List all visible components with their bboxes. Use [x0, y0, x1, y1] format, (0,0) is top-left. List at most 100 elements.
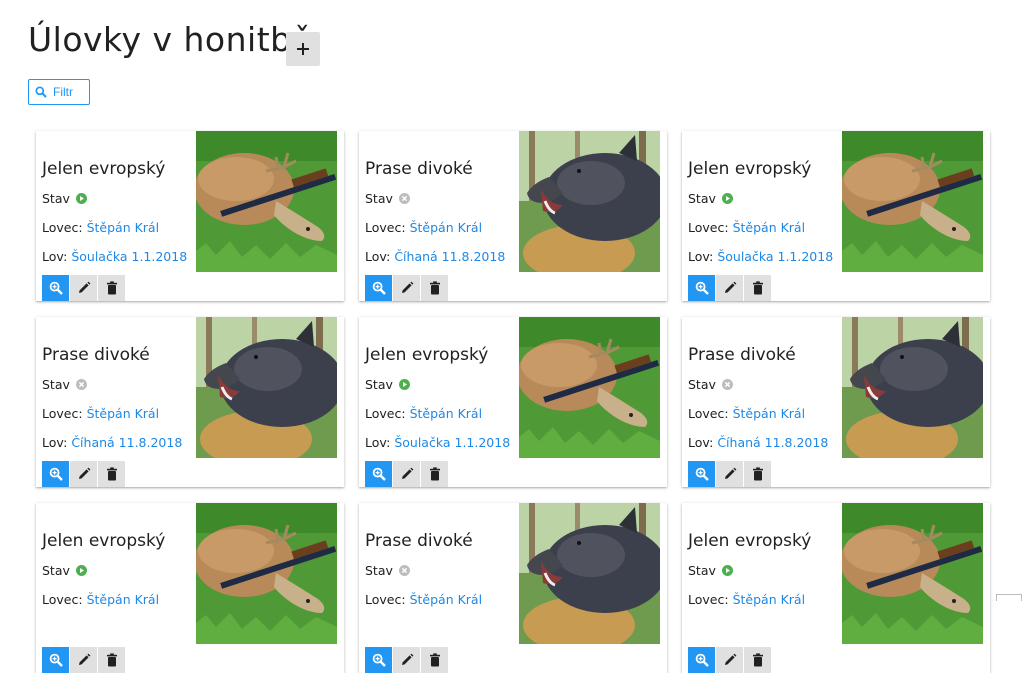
delete-button[interactable]: [98, 461, 125, 487]
status-inactive-icon: [393, 193, 410, 204]
boar-photo[interactable]: [842, 317, 983, 458]
hunt-link[interactable]: Šoulačka 1.1.2018: [71, 249, 187, 264]
status-label: Stav: [688, 191, 716, 206]
card-title: Prase divoké: [688, 345, 796, 365]
hunter-label: Lovec:: [42, 592, 83, 607]
filter-button[interactable]: Filtr: [28, 79, 90, 105]
card-title: Prase divoké: [365, 531, 473, 551]
trash-icon: [106, 653, 118, 667]
deer-photo[interactable]: [196, 131, 337, 272]
card-hunt: Lov: Šoulačka 1.1.2018: [365, 435, 510, 450]
detail-button[interactable]: [42, 275, 69, 301]
edit-button[interactable]: [716, 275, 743, 301]
card-hunt: Lov: Číhaná 11.8.2018: [688, 435, 828, 450]
hunter-link[interactable]: Štěpán Král: [733, 220, 806, 235]
catch-card: Prase divoké Stav Lovec: Štěpán Král Lov: Číh…: [359, 131, 667, 301]
card-actions: [365, 461, 449, 487]
deer-photo[interactable]: [519, 317, 660, 458]
card-actions: [688, 275, 772, 301]
card-status: Stav: [42, 191, 87, 206]
hunter-link[interactable]: Štěpán Král: [733, 406, 806, 421]
card-hunter: Lovec: Štěpán Král: [688, 406, 805, 421]
delete-button[interactable]: [744, 275, 771, 301]
deer-photo[interactable]: [842, 131, 983, 272]
delete-button[interactable]: [98, 647, 125, 673]
detail-button[interactable]: [688, 275, 715, 301]
catch-card: Jelen evropský Stav Lovec: Štěpán Král: [682, 503, 990, 673]
edit-button[interactable]: [716, 647, 743, 673]
deer-photo[interactable]: [842, 503, 983, 644]
hunt-link[interactable]: Číhaná 11.8.2018: [394, 249, 505, 264]
delete-button[interactable]: [744, 647, 771, 673]
deer-photo[interactable]: [196, 503, 337, 644]
card-title: Jelen evropský: [365, 345, 489, 365]
hunter-link[interactable]: Štěpán Král: [87, 406, 160, 421]
hunter-link[interactable]: Štěpán Král: [410, 592, 483, 607]
card-hunt: Lov: Číhaná 11.8.2018: [42, 435, 182, 450]
catch-card: Jelen evropský Stav Lovec: Štěpán Král Lov: Š…: [36, 131, 344, 301]
delete-button[interactable]: [98, 275, 125, 301]
delete-button[interactable]: [421, 275, 448, 301]
status-active-icon: [716, 193, 733, 204]
hunt-link[interactable]: Šoulačka 1.1.2018: [394, 435, 510, 450]
detail-button[interactable]: [42, 461, 69, 487]
detail-button[interactable]: [688, 647, 715, 673]
card-hunter: Lovec: Štěpán Král: [42, 592, 159, 607]
detail-button[interactable]: [42, 647, 69, 673]
hunter-link[interactable]: Štěpán Král: [410, 406, 483, 421]
status-label: Stav: [42, 377, 70, 392]
zoom-in-icon: [372, 467, 386, 481]
add-catch-button[interactable]: [286, 32, 320, 66]
delete-button[interactable]: [744, 461, 771, 487]
detail-button[interactable]: [365, 461, 392, 487]
pencil-icon: [400, 467, 414, 481]
edit-button[interactable]: [70, 647, 97, 673]
detail-button[interactable]: [365, 275, 392, 301]
zoom-in-icon: [49, 467, 63, 481]
status-inactive-icon: [70, 379, 87, 390]
hunt-link[interactable]: Číhaná 11.8.2018: [717, 435, 828, 450]
card-actions: [42, 461, 126, 487]
hunt-link[interactable]: Šoulačka 1.1.2018: [717, 249, 833, 264]
card-status: Stav: [688, 377, 733, 392]
catch-card: Prase divoké Stav Lovec: Štěpán Král Lov: Číh…: [36, 317, 344, 487]
trash-icon: [752, 281, 764, 295]
card-hunter: Lovec: Štěpán Král: [688, 592, 805, 607]
status-active-icon: [716, 565, 733, 576]
boar-photo[interactable]: [519, 503, 660, 644]
edit-button[interactable]: [393, 647, 420, 673]
edit-button[interactable]: [70, 275, 97, 301]
edit-button[interactable]: [393, 461, 420, 487]
boar-photo[interactable]: [519, 131, 660, 272]
card-hunt: Lov: Číhaná 11.8.2018: [365, 249, 505, 264]
edit-button[interactable]: [716, 461, 743, 487]
pencil-icon: [723, 467, 737, 481]
search-icon: [35, 86, 47, 98]
hunter-link[interactable]: Štěpán Král: [733, 592, 806, 607]
card-status: Stav: [42, 377, 87, 392]
boar-photo[interactable]: [196, 317, 337, 458]
hunter-link[interactable]: Štěpán Král: [410, 220, 483, 235]
status-active-icon: [393, 379, 410, 390]
delete-button[interactable]: [421, 647, 448, 673]
card-status: Stav: [688, 563, 733, 578]
edit-button[interactable]: [70, 461, 97, 487]
hunt-link[interactable]: Číhaná 11.8.2018: [71, 435, 182, 450]
delete-button[interactable]: [421, 461, 448, 487]
catch-card: Prase divoké Stav Lovec: Štěpán Král: [359, 503, 667, 673]
hunter-link[interactable]: Štěpán Král: [87, 220, 160, 235]
zoom-in-icon: [49, 281, 63, 295]
hunter-link[interactable]: Štěpán Král: [87, 592, 160, 607]
status-label: Stav: [42, 563, 70, 578]
filter-label: Filtr: [53, 85, 73, 99]
edit-button[interactable]: [393, 275, 420, 301]
catch-card: Jelen evropský Stav Lovec: Štěpán Král Lov: Š…: [682, 131, 990, 301]
zoom-in-icon: [695, 281, 709, 295]
detail-button[interactable]: [365, 647, 392, 673]
scroll-to-top-button[interactable]: [996, 594, 1022, 601]
detail-button[interactable]: [688, 461, 715, 487]
card-status: Stav: [42, 563, 87, 578]
pencil-icon: [723, 281, 737, 295]
trash-icon: [429, 281, 441, 295]
hunt-label: Lov:: [688, 435, 714, 450]
